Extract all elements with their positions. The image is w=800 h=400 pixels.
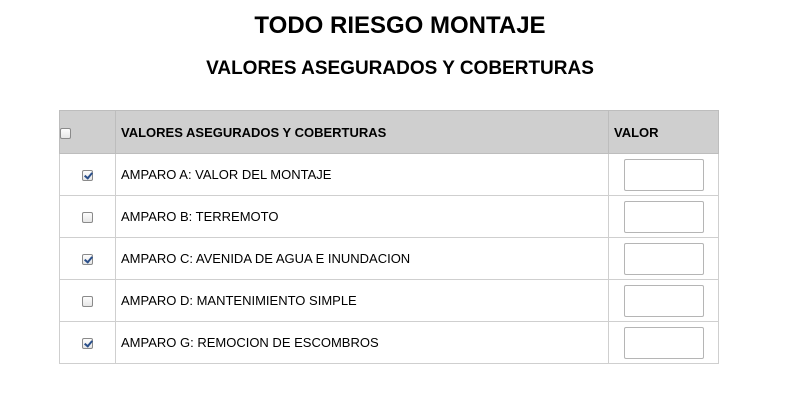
row-checkbox[interactable] — [82, 212, 93, 224]
value-input[interactable] — [624, 200, 704, 233]
row-checkbox-cell — [59, 279, 116, 322]
page-subtitle: VALORES ASEGURADOS Y COBERTURAS — [206, 58, 594, 79]
table-row: AMPARO D: MANTENIMIENTO SIMPLE — [59, 279, 719, 322]
value-cell — [608, 321, 719, 364]
row-checkbox-cell — [59, 153, 116, 196]
row-checkbox[interactable] — [82, 338, 93, 350]
value-cell — [608, 153, 719, 196]
value-input[interactable] — [624, 158, 704, 191]
table-row: AMPARO A: VALOR DEL MONTAJE — [59, 153, 719, 196]
table-row: AMPARO C: AVENIDA DE AGUA E INUNDACION — [59, 237, 719, 280]
row-checkbox-cell — [59, 195, 116, 238]
table-row: AMPARO G: REMOCION DE ESCOMBROS — [59, 321, 719, 364]
row-checkbox-cell — [59, 237, 116, 280]
table-row: AMPARO B: TERREMOTO — [59, 195, 719, 238]
value-cell — [608, 237, 719, 280]
value-input[interactable] — [624, 326, 704, 359]
row-checkbox[interactable] — [82, 170, 93, 182]
select-all-checkbox[interactable] — [60, 127, 71, 139]
value-cell — [608, 195, 719, 238]
coverage-label: AMPARO B: TERREMOTO — [115, 195, 609, 238]
header-checkbox-cell — [59, 110, 116, 154]
coverage-label: AMPARO C: AVENIDA DE AGUA E INUNDACION — [115, 237, 609, 280]
column-header-coverage: VALORES ASEGURADOS Y COBERTURAS — [115, 110, 609, 154]
value-cell — [608, 279, 719, 322]
value-input[interactable] — [624, 284, 704, 317]
value-input[interactable] — [624, 242, 704, 275]
coverage-label: AMPARO G: REMOCION DE ESCOMBROS — [115, 321, 609, 364]
column-header-value: VALOR — [608, 110, 719, 154]
row-checkbox[interactable] — [82, 296, 93, 308]
coverage-table: VALORES ASEGURADOS Y COBERTURAS VALOR AM… — [59, 110, 719, 364]
row-checkbox[interactable] — [82, 254, 93, 266]
row-checkbox-cell — [59, 321, 116, 364]
coverage-label: AMPARO D: MANTENIMIENTO SIMPLE — [115, 279, 609, 322]
coverage-label: AMPARO A: VALOR DEL MONTAJE — [115, 153, 609, 196]
table-header-row: VALORES ASEGURADOS Y COBERTURAS VALOR — [59, 110, 719, 154]
page-title: TODO RIESGO MONTAJE — [254, 12, 546, 39]
